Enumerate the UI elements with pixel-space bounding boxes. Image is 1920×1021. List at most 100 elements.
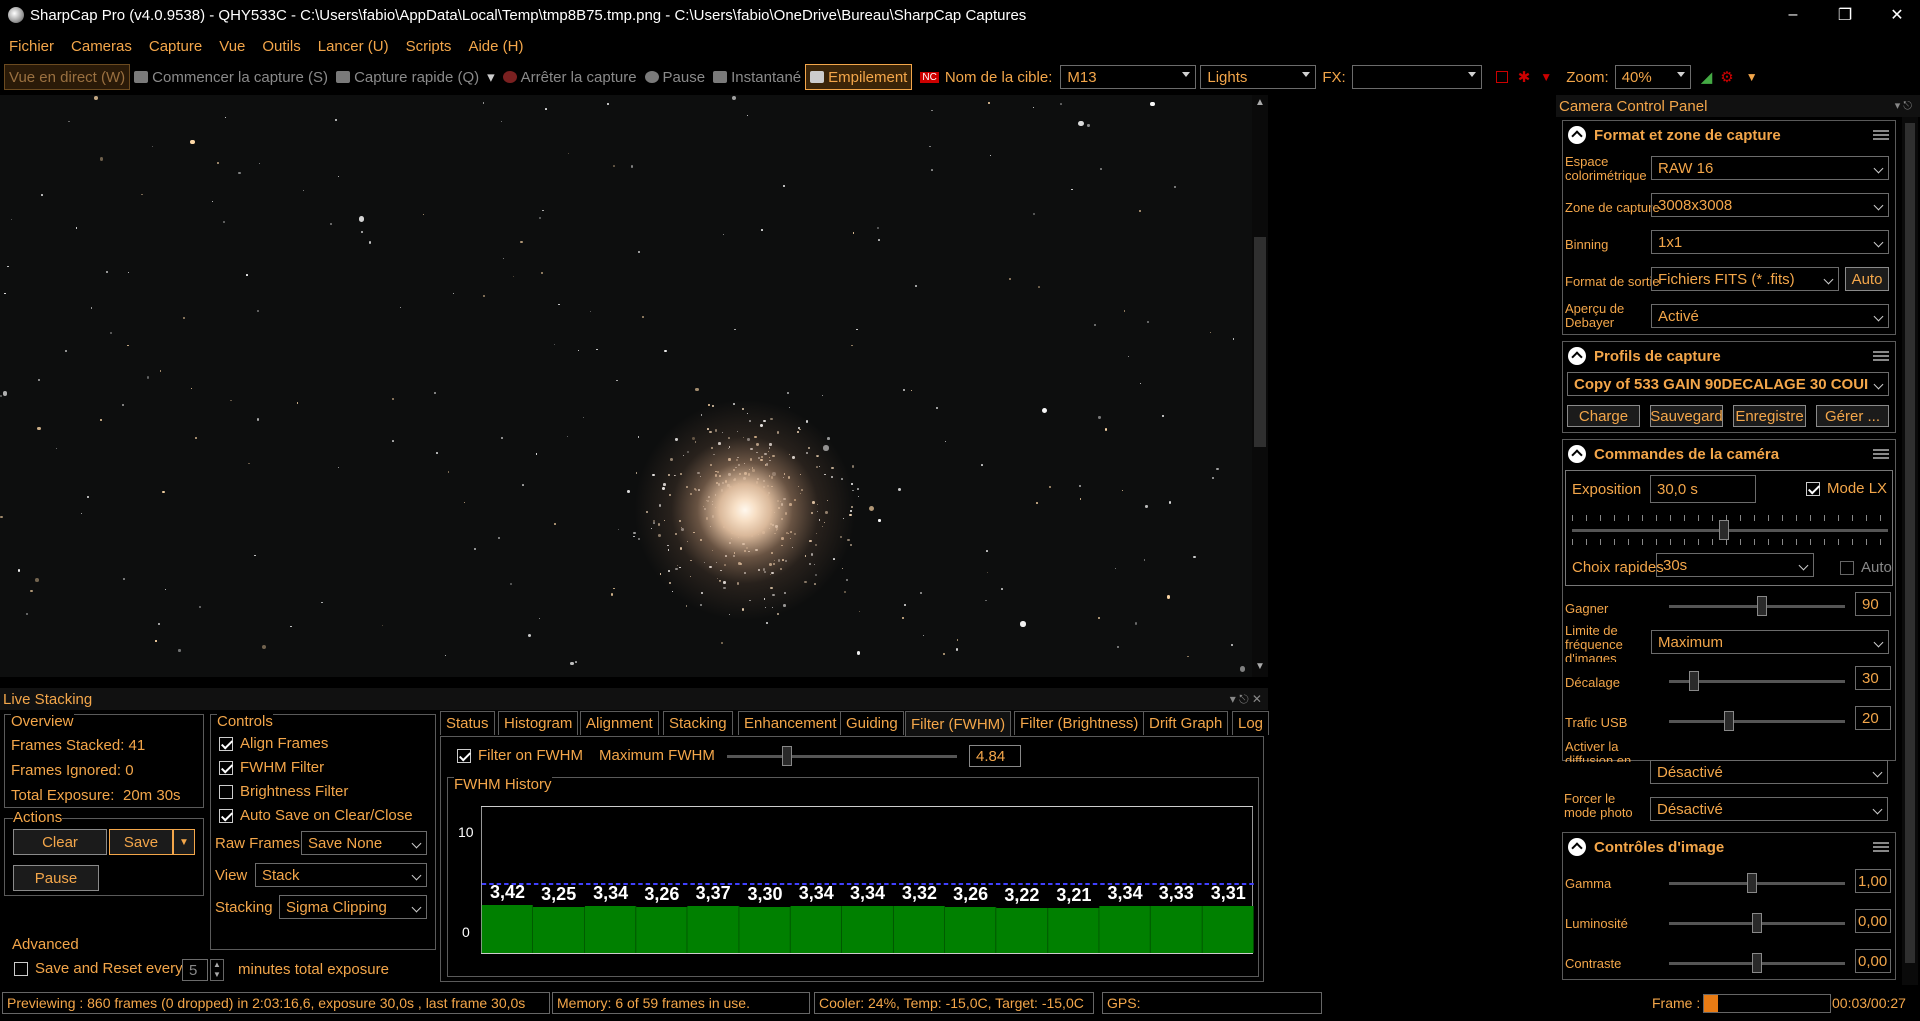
restore-icon[interactable]: ❐: [1822, 0, 1868, 30]
brightness-slider-knob[interactable]: [1752, 913, 1762, 933]
gamma-input[interactable]: 1,00: [1855, 869, 1891, 893]
minimize-icon[interactable]: –: [1770, 0, 1816, 30]
fwhm-filter-checkbox[interactable]: [219, 761, 233, 776]
usb-traffic-slider-knob[interactable]: [1723, 711, 1734, 731]
offset-input[interactable]: 30: [1855, 666, 1891, 690]
collapse-icon[interactable]: [1568, 347, 1586, 365]
live-view-button[interactable]: Vue en direct (W): [4, 64, 131, 90]
image-controls-header[interactable]: Contrôles d'image: [1563, 833, 1895, 861]
clear-button[interactable]: Clear: [13, 829, 107, 855]
zoom-combo[interactable]: 40%: [1614, 65, 1691, 89]
stacking-mode-select[interactable]: Sigma Clipping: [279, 895, 427, 919]
histogram-icon[interactable]: ◢: [1701, 68, 1713, 86]
panel-scroll-thumb[interactable]: [1905, 123, 1915, 963]
tab-stacking[interactable]: Stacking: [663, 711, 733, 735]
stacking-button[interactable]: Empilement: [805, 64, 913, 90]
gamma-slider[interactable]: [1669, 873, 1845, 893]
scroll-thumb[interactable]: [1254, 237, 1266, 447]
menu-file[interactable]: Fichier: [9, 38, 54, 55]
color-space-select[interactable]: RAW 16: [1651, 156, 1889, 180]
debayer-select[interactable]: Activé: [1651, 304, 1889, 328]
gain-input[interactable]: 90: [1855, 592, 1891, 616]
chevron-down-icon[interactable]: ▼: [1540, 70, 1552, 84]
save-as-profile-button[interactable]: Enregistre: [1733, 405, 1806, 427]
frame-type-combo[interactable]: Lights: [1200, 65, 1317, 89]
output-format-select[interactable]: Fichiers FITS (* .fits): [1651, 267, 1839, 291]
filter-on-fwhm-checkbox[interactable]: [457, 749, 471, 764]
exposure-input[interactable]: 30,0 s: [1650, 475, 1756, 503]
align-frames-toggle[interactable]: Align Frames: [219, 735, 328, 752]
tab-status[interactable]: Status: [440, 711, 495, 735]
save-button[interactable]: Save: [109, 829, 173, 855]
tab-histogram[interactable]: Histogram: [498, 711, 579, 735]
menu-scripts[interactable]: Scripts: [406, 38, 452, 55]
start-capture-button[interactable]: Commencer la capture (S): [130, 64, 332, 90]
save-profile-button[interactable]: Sauvegard: [1650, 405, 1723, 427]
tab-guiding[interactable]: Guiding: [840, 711, 904, 735]
contrast-slider[interactable]: [1669, 953, 1845, 973]
view-select[interactable]: Stack: [255, 863, 427, 887]
tab-drift-graph[interactable]: Drift Graph: [1143, 711, 1229, 735]
brightness-filter-checkbox[interactable]: [219, 785, 233, 800]
format-section-header[interactable]: Format et zone de capture: [1563, 121, 1895, 149]
offset-slider[interactable]: [1669, 671, 1845, 691]
close-icon[interactable]: ▾ ⎋ ✕: [1230, 692, 1262, 707]
menu-icon[interactable]: [1873, 351, 1889, 361]
menu-icon[interactable]: [1873, 449, 1889, 459]
usb-traffic-slider[interactable]: [1669, 711, 1845, 731]
close-icon[interactable]: ✕: [1874, 0, 1920, 30]
save-reset-checkbox[interactable]: [14, 962, 28, 977]
gain-slider[interactable]: [1669, 596, 1845, 616]
force-photo-select[interactable]: Désactivé: [1650, 797, 1888, 821]
offset-slider-knob[interactable]: [1688, 671, 1699, 691]
viewport-scrollbar[interactable]: ▲ ▼: [1252, 95, 1268, 677]
profiles-section-header[interactable]: Profils de capture: [1563, 342, 1895, 370]
auto-format-button[interactable]: Auto: [1845, 267, 1889, 291]
tab-alignment[interactable]: Alignment: [580, 711, 659, 735]
max-fwhm-slider[interactable]: [727, 746, 957, 766]
chevron-down-icon[interactable]: ▼: [1255, 661, 1265, 672]
menu-launch[interactable]: Lancer (U): [318, 38, 389, 55]
autosave-checkbox[interactable]: [219, 809, 233, 824]
panel-scrollbar[interactable]: [1902, 117, 1918, 985]
quick-capture-button[interactable]: Capture rapide (Q) ▾: [332, 64, 499, 90]
menu-capture[interactable]: Capture: [149, 38, 202, 55]
binning-select[interactable]: 1x1: [1651, 230, 1889, 254]
brightness-input[interactable]: 0,00: [1855, 909, 1891, 933]
tab-filter-brightness[interactable]: Filter (Brightness): [1014, 711, 1145, 735]
collapse-icon[interactable]: [1568, 445, 1586, 463]
profile-select[interactable]: Copy of 533 GAIN 90DECALAGE 30 COUI: [1567, 372, 1889, 396]
menu-icon[interactable]: [1873, 130, 1889, 140]
autosave-toggle[interactable]: Auto Save on Clear/Close: [219, 807, 413, 824]
menu-view[interactable]: Vue: [219, 38, 245, 55]
live-stream-select[interactable]: Désactivé: [1650, 760, 1888, 784]
brightness-filter-toggle[interactable]: Brightness Filter: [219, 783, 348, 800]
max-fwhm-input[interactable]: 4.84: [969, 745, 1021, 767]
pause-button[interactable]: Pause: [641, 64, 710, 90]
max-fwhm-slider-knob[interactable]: [782, 746, 792, 766]
gamma-slider-knob[interactable]: [1747, 873, 1758, 893]
lx-mode-checkbox[interactable]: [1806, 482, 1820, 497]
save-reset-toggle[interactable]: Save and Reset every: [14, 960, 183, 977]
chevron-up-icon[interactable]: ▲: [1255, 97, 1265, 108]
usb-traffic-input[interactable]: 20: [1855, 706, 1891, 730]
filter-on-fwhm-toggle[interactable]: Filter on FWHM: [457, 747, 583, 764]
brightness-slider[interactable]: [1669, 913, 1845, 933]
chevron-down-icon[interactable]: ▼: [1746, 70, 1758, 84]
fwhm-filter-toggle[interactable]: FWHM Filter: [219, 759, 324, 776]
image-viewport[interactable]: [0, 95, 1252, 677]
framerate-select[interactable]: Maximum: [1651, 630, 1889, 654]
collapse-icon[interactable]: [1568, 126, 1586, 144]
raw-frames-select[interactable]: Save None: [301, 831, 427, 855]
stop-capture-button[interactable]: Arrêter la capture: [499, 64, 641, 90]
exposure-slider-knob[interactable]: [1718, 520, 1729, 540]
load-profile-button[interactable]: Charge: [1567, 405, 1640, 427]
exposure-slider[interactable]: [1572, 520, 1888, 540]
minutes-input[interactable]: 5: [182, 959, 208, 981]
manage-profiles-button[interactable]: Gérer ...: [1816, 405, 1889, 427]
quick-choices-select[interactable]: 30s: [1656, 553, 1814, 577]
target-name-combo[interactable]: M13: [1060, 65, 1197, 89]
select-area-icon[interactable]: [1495, 71, 1508, 83]
gain-slider-knob[interactable]: [1756, 596, 1767, 616]
pause-stacking-button[interactable]: Pause: [13, 865, 99, 891]
